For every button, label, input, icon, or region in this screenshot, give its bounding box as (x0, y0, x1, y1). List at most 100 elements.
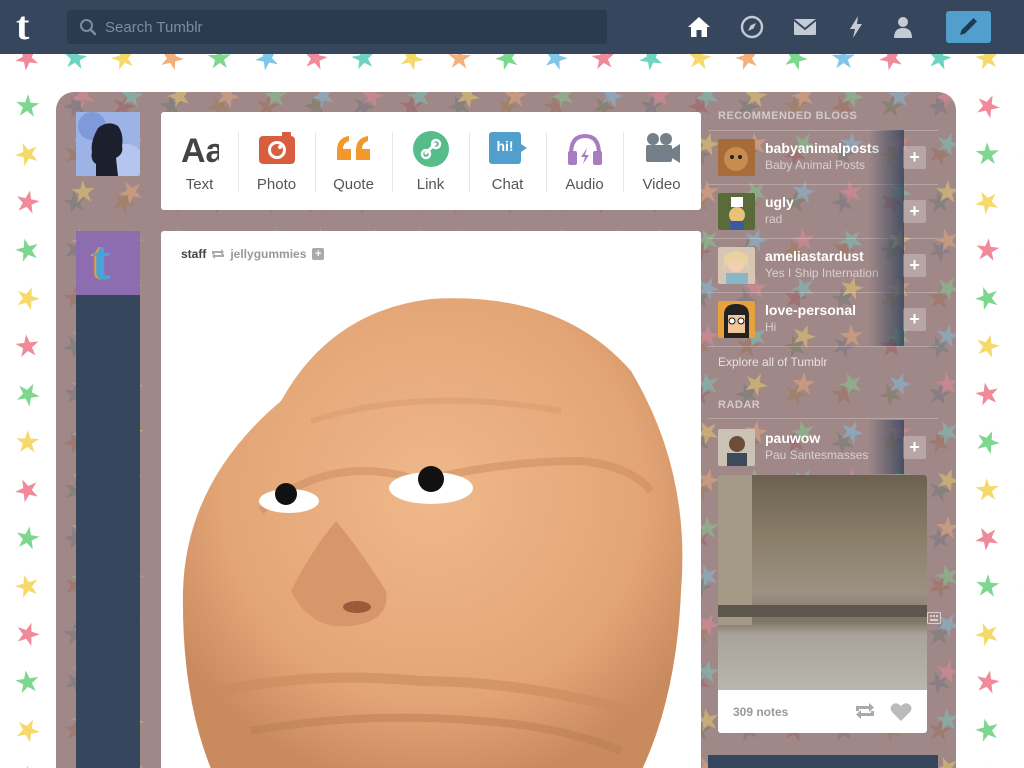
star-decoration: ★ (930, 557, 956, 596)
account-person-icon[interactable] (890, 14, 916, 40)
post-author-link[interactable]: staff (181, 247, 206, 261)
post-type-quote[interactable]: Quote (315, 112, 392, 210)
follow-blog-button[interactable]: + (903, 308, 926, 331)
keyboard-shortcuts-icon[interactable] (927, 612, 941, 624)
recommended-blog-row[interactable]: ugly rad + (708, 184, 938, 238)
divider (708, 418, 938, 419)
reblog-icon[interactable] (854, 702, 876, 720)
messages-envelope-icon[interactable] (792, 14, 818, 40)
star-decoration: ★ (970, 663, 1005, 702)
star-decoration: ★ (13, 425, 42, 460)
search-input[interactable] (105, 10, 595, 44)
star-decoration: ★ (872, 54, 911, 80)
star-decoration: ★ (968, 614, 1006, 655)
star-decoration: ★ (588, 54, 619, 77)
star-decoration: ★ (1016, 54, 1024, 80)
radar-post-footer: 309 notes (718, 690, 927, 733)
post-type-link[interactable]: Link (392, 112, 469, 210)
chat-glyph: hi! (496, 138, 514, 154)
radar-blog-row[interactable]: pauwow Pau Santesmasses + (708, 420, 938, 474)
staff-logo-letter: t (92, 230, 111, 292)
post-type-label: Photo (256, 176, 297, 193)
post-type-label: Video (642, 176, 681, 193)
star-decoration: ★ (832, 364, 870, 405)
star-decoration: ★ (14, 764, 41, 768)
post-type-audio[interactable]: Audio (546, 112, 623, 210)
star-decoration: ★ (776, 54, 815, 79)
text-aa-icon: Aa (181, 132, 219, 168)
search-icon (80, 19, 97, 36)
star-decoration: ★ (968, 85, 1007, 128)
quote-icon (337, 136, 370, 160)
tumblr-logo[interactable]: t (16, 6, 48, 46)
star-decoration: ★ (261, 92, 290, 114)
recommended-blog-row[interactable]: babyanimalposts Baby Animal Posts + (708, 130, 938, 184)
star-decoration: ★ (537, 54, 574, 79)
star-decoration: ★ (683, 54, 716, 77)
star-decoration: ★ (1020, 520, 1024, 557)
star-decoration: ★ (9, 614, 46, 655)
follow-blog-button[interactable]: + (903, 254, 926, 277)
star-decoration: ★ (8, 469, 47, 512)
star-decoration: ★ (932, 702, 956, 739)
explore-compass-icon[interactable] (739, 14, 765, 40)
post-header: staff jellygummies + (181, 247, 325, 261)
follow-blog-button[interactable]: + (903, 200, 926, 223)
top-navigation-bar: t (0, 0, 1024, 54)
my-avatar[interactable] (76, 112, 144, 180)
star-decoration: ★ (973, 137, 1002, 172)
radar-heading: RADAR (718, 399, 761, 411)
star-decoration: ★ (10, 183, 45, 222)
follow-mini-button[interactable]: + (312, 248, 325, 260)
activity-lightning-icon[interactable] (843, 14, 869, 40)
star-decoration: ★ (1017, 278, 1024, 319)
divider (708, 346, 938, 347)
post-type-text[interactable]: Aa Text (161, 112, 238, 210)
notes-count[interactable]: 309 notes (733, 705, 788, 719)
star-decoration: ★ (932, 366, 956, 403)
star-decoration: ★ (11, 519, 44, 558)
star-decoration: ★ (248, 54, 287, 80)
star-decoration: ★ (970, 375, 1004, 414)
star-decoration: ★ (730, 54, 765, 78)
star-decoration: ★ (153, 54, 191, 79)
star-decoration: ★ (644, 92, 675, 115)
star-decoration: ★ (8, 373, 48, 416)
post-type-chat[interactable]: hi! Chat (469, 112, 546, 210)
star-decoration: ★ (972, 569, 1003, 604)
star-decoration: ★ (488, 54, 526, 79)
star-decoration: ★ (968, 422, 1007, 463)
staff-avatar[interactable]: t (76, 231, 140, 295)
recommended-blog-row[interactable]: ameliastardust Yes I Ship Internation + (708, 238, 938, 292)
radar-post-card[interactable]: 309 notes (718, 475, 927, 733)
radar-photo (718, 475, 927, 690)
star-decoration: ★ (403, 92, 436, 116)
star-decoration: ★ (10, 231, 45, 270)
post-avatar-column (76, 231, 140, 768)
star-decoration: ★ (11, 664, 44, 701)
love-personal-avatar (718, 301, 755, 338)
star-decoration: ★ (8, 134, 46, 175)
star-decoration: ★ (1016, 710, 1024, 751)
star-decoration: ★ (1018, 615, 1024, 654)
follow-blog-button[interactable]: + (903, 436, 926, 459)
post-type-photo[interactable]: Photo (238, 112, 315, 210)
sidebar-bottom-strip (708, 755, 938, 768)
post-type-label: Chat (491, 176, 524, 193)
compose-button[interactable] (946, 11, 991, 43)
star-decoration: ★ (928, 92, 956, 118)
post-type-label: Text (185, 176, 214, 193)
ugly-avatar (718, 193, 755, 230)
star-decoration: ★ (968, 278, 1006, 319)
search-box[interactable] (67, 10, 607, 44)
star-decoration: ★ (1016, 373, 1024, 416)
heart-icon[interactable] (890, 702, 912, 722)
explore-all-link[interactable]: Explore all of Tumblr (718, 355, 827, 369)
recommended-blog-row[interactable]: love-personal Hi + (708, 292, 938, 346)
reblogged-from-link[interactable]: jellygummies (230, 247, 306, 261)
follow-blog-button[interactable]: + (903, 146, 926, 169)
star-decoration: ★ (829, 54, 858, 76)
home-icon[interactable] (686, 14, 712, 40)
post-type-video[interactable]: Video (623, 112, 700, 210)
star-decoration: ★ (7, 54, 48, 80)
